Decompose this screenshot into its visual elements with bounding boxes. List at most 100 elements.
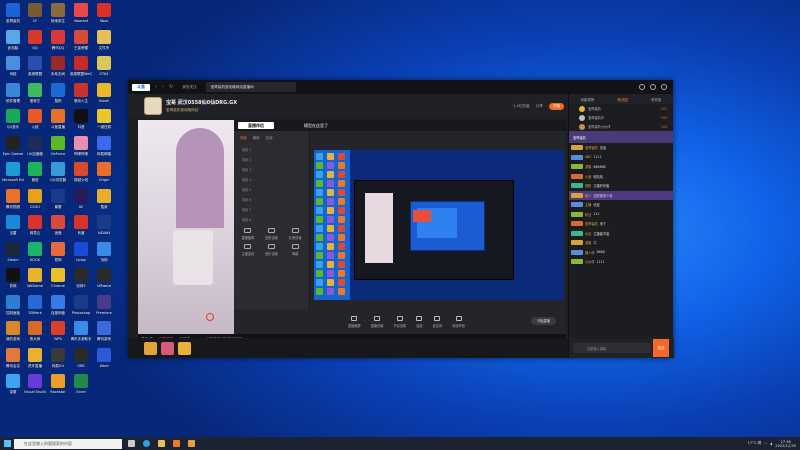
desktop-icon[interactable]: 有道 — [70, 215, 92, 245]
desktop-icon[interactable]: 一键还原 — [93, 109, 115, 139]
desktop-icon[interactable]: CSGO — [24, 188, 46, 219]
chat-user[interactable]: 游客 — [585, 164, 591, 169]
desktop-icon[interactable]: 王者荣耀 — [70, 29, 92, 60]
desktop-icon[interactable]: 腾讯游戏 — [93, 321, 115, 351]
scene-item[interactable]: 场景 6 — [234, 194, 309, 204]
rank-row[interactable]: 宝哥装机中 102 — [569, 113, 673, 122]
chat-user[interactable]: ABC — [585, 155, 592, 159]
tool-button[interactable]: 弹幕 — [285, 244, 305, 256]
desktop-icon[interactable]: Steam — [2, 241, 24, 272]
desktop-icon[interactable]: GTA5 — [93, 56, 115, 86]
desktop-icon[interactable]: OBS — [70, 347, 92, 378]
desktop-icon[interactable]: 控制面板 — [2, 294, 24, 325]
scene-item[interactable]: 场景 4 — [234, 174, 309, 184]
streamer-tab[interactable]: 互动 — [266, 135, 273, 140]
streamer-avatar[interactable] — [144, 97, 162, 115]
treasure-icon[interactable] — [161, 341, 174, 355]
tab-following[interactable]: 我的关注 — [177, 82, 201, 92]
desktop-icon[interactable]: 此电脑 — [2, 29, 24, 60]
desktop-icon[interactable]: 腾讯视频 — [2, 188, 24, 219]
desktop-icon[interactable]: WPS — [47, 321, 69, 351]
desktop-icon[interactable]: Excel — [70, 374, 92, 404]
tool-button[interactable]: 音乐设置 — [262, 244, 282, 256]
desktop-icon[interactable]: 腾讯手游助手 — [70, 321, 92, 351]
desktop-icon[interactable]: WeGame — [24, 268, 46, 298]
chat-user[interactable]: 宝哥装机 — [585, 221, 598, 226]
desktop-icon[interactable]: 原神 — [47, 241, 69, 272]
desktop-icon[interactable]: 绝地求生 — [47, 3, 69, 33]
desktop-icon[interactable]: VMware — [93, 268, 115, 298]
desktop-icon[interactable]: 驱动人生 — [70, 82, 92, 113]
desktop-icon[interactable]: GeForce — [47, 135, 69, 166]
taskbar-search[interactable]: 在这里输入你要搜索的内容 — [14, 438, 122, 449]
back-button[interactable]: ‹ — [155, 84, 157, 90]
desktop-icon[interactable]: 录屏 — [2, 374, 24, 404]
scene-item[interactable]: 场景 8 — [234, 214, 309, 224]
desktop-icon[interactable]: 穿越火线 — [70, 162, 92, 192]
desktop-icon[interactable]: Rockstar — [47, 374, 69, 404]
chat-user[interactable]: 小宝 — [585, 174, 591, 179]
tab-stream-room[interactable]: 宝哥装机室攻略网站直播间 — [205, 82, 296, 92]
desktop-icon[interactable]: 我的游戏 — [2, 321, 24, 351]
control-button[interactable]: 节目设置 — [394, 315, 406, 328]
start-button[interactable] — [0, 437, 14, 450]
desktop-icon[interactable]: Epic Games — [2, 135, 24, 166]
control-button[interactable]: 直播设置 — [371, 315, 384, 328]
desktop-icon[interactable]: Chrome — [47, 268, 69, 298]
minimize-button[interactable] — [639, 84, 645, 90]
desktop-icon[interactable]: 斗鱼直播 — [47, 109, 69, 139]
rank-row[interactable]: 宝哥装机小伙伴 103 — [569, 122, 673, 131]
desktop-icon[interactable]: 3DMark — [24, 294, 46, 325]
control-button[interactable]: 麦克风 — [433, 315, 442, 328]
start-live-button[interactable]: 开播 — [548, 102, 564, 110]
desktop-icon[interactable]: 抖音 — [70, 109, 92, 139]
fan-badge-icon[interactable] — [144, 341, 157, 355]
desktop-icon[interactable]: 迅雷 — [2, 215, 24, 245]
desktop-icon[interactable]: 网络 — [2, 56, 24, 86]
desktop-icon[interactable]: UU加速器 — [24, 135, 46, 166]
chat-user[interactable]: 水友 — [585, 231, 591, 236]
tool-button[interactable]: 回放设置 — [262, 228, 282, 240]
desktop-icon[interactable]: 永劫无间 — [47, 56, 69, 86]
desktop-icon[interactable]: 剑网3 — [70, 268, 92, 298]
control-button[interactable]: 系统声音 — [452, 315, 465, 328]
desktop-icon[interactable]: 酷狗 — [47, 82, 69, 113]
desktop-icon[interactable]: QQ音乐 — [2, 109, 24, 139]
taskbar-streamer[interactable] — [185, 438, 197, 449]
refresh-button[interactable]: ↻ — [169, 84, 173, 90]
desktop-icon[interactable]: Microsoft Edge — [2, 162, 24, 192]
chat-user[interactable]: 主播 — [585, 202, 591, 207]
chat-user[interactable]: 粉丝 — [585, 212, 591, 217]
taskbar-douyu[interactable] — [170, 438, 182, 449]
desktop-icon[interactable]: KOOK — [24, 241, 46, 272]
desktop-icon[interactable]: 微信 — [24, 162, 46, 192]
share-button[interactable]: 分享 — [536, 104, 543, 109]
tool-button[interactable]: 礼物设置 — [285, 228, 305, 240]
taskbar-explorer[interactable] — [155, 438, 167, 449]
desktop-icon[interactable]: 腾讯会议 — [2, 347, 24, 378]
wifi-icon[interactable]: ◠ — [764, 442, 767, 446]
chat-user[interactable]: 铁粉 — [585, 183, 591, 188]
control-button[interactable]: 直播截屏 — [348, 315, 361, 328]
streamer-tab[interactable]: 场景 — [240, 135, 247, 140]
desktop-icon[interactable]: AIDA64 — [93, 215, 115, 245]
desktop-icon[interactable]: 爱奇艺 — [24, 82, 46, 113]
desktop-icon[interactable]: 暴雪 — [47, 188, 69, 219]
chat-user[interactable]: 路人 — [585, 193, 591, 198]
forward-button[interactable]: › — [162, 84, 164, 90]
start-stream-button[interactable]: 开始直播 — [531, 317, 556, 325]
desktop-icon[interactable]: AE — [70, 188, 92, 219]
volume-icon[interactable]: ◖ — [770, 442, 772, 446]
desktop-icon[interactable]: 火绒 — [24, 109, 46, 139]
rank-tab[interactable]: 贡献周榜 — [581, 97, 595, 102]
maximize-button[interactable] — [650, 84, 656, 90]
scene-item[interactable]: 场景 2 — [234, 154, 309, 164]
desktop-icon[interactable]: Visual Studio — [24, 374, 46, 404]
desktop-icon[interactable]: 软件管理 — [2, 82, 24, 113]
desktop-icon[interactable]: Premiere — [93, 294, 115, 325]
desktop-icon[interactable]: 虎牙直播 — [24, 347, 46, 378]
chat-user[interactable]: 路人甲 — [585, 250, 595, 255]
chat-user[interactable]: 游客 — [585, 240, 591, 245]
desktop-icon[interactable]: Origin — [93, 162, 115, 192]
desktop-icon[interactable]: 战网 — [93, 241, 115, 272]
